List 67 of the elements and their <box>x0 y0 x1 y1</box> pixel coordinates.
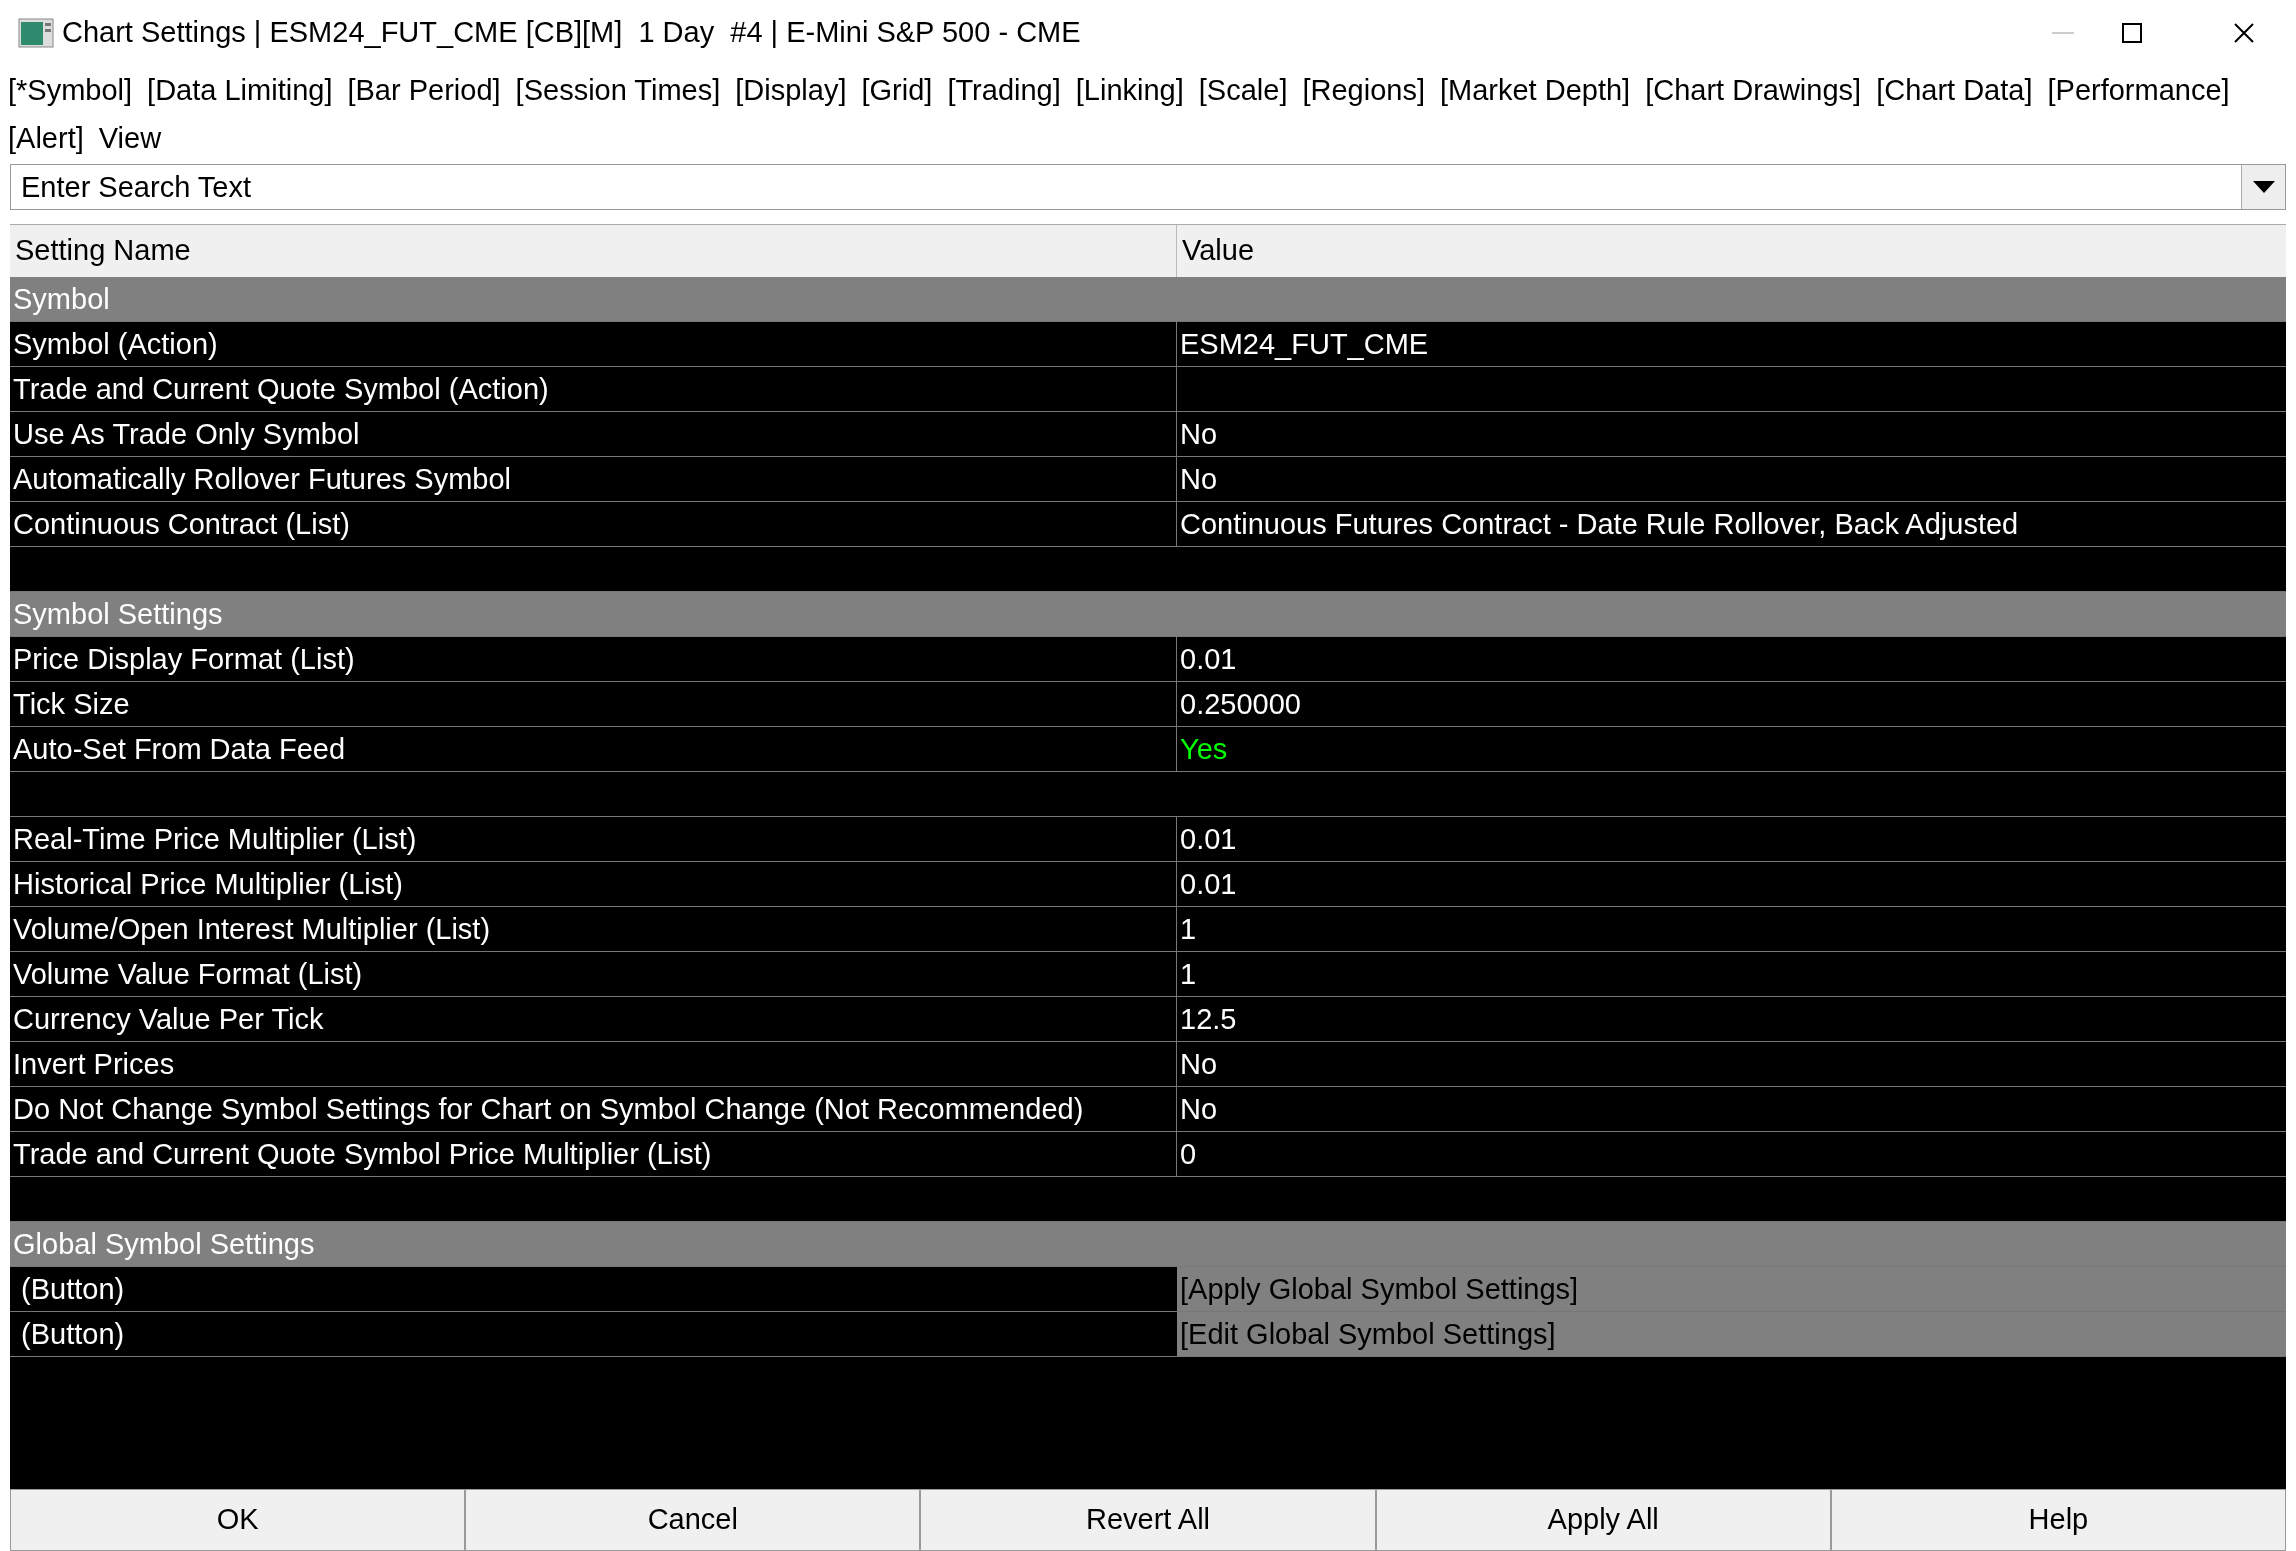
setting-name[interactable]: Automatically Rollover Futures Symbol <box>10 457 1177 501</box>
tab[interactable]: [*Symbol] <box>8 66 133 114</box>
setting-name: (Button) <box>20 1272 126 1307</box>
app-icon <box>18 18 54 48</box>
tab[interactable]: [Performance] <box>2047 66 2230 114</box>
setting-name[interactable]: Volume Value Format (List) <box>10 952 1177 996</box>
setting-value[interactable]: Yes <box>1177 727 2286 771</box>
tab[interactable]: [Data Limiting] <box>147 66 333 114</box>
tab[interactable]: [Scale] <box>1198 66 1288 114</box>
setting-name: (Button) <box>20 1317 126 1352</box>
setting-name[interactable]: Invert Prices <box>10 1042 1177 1086</box>
setting-value[interactable]: No <box>1177 1042 2286 1086</box>
tab[interactable]: [Chart Drawings] <box>1645 66 1862 114</box>
tab[interactable]: [Grid] <box>861 66 933 114</box>
setting-value[interactable]: Continuous Futures Contract - Date Rule Rollover, Back Adjusted <box>1177 502 2286 546</box>
setting-value[interactable]: ESM24_FUT_CME <box>1177 322 2286 366</box>
action-button[interactable]: [Edit Global Symbol Settings] <box>1177 1312 2286 1356</box>
tab[interactable]: [Market Depth] <box>1440 66 1631 114</box>
setting-value[interactable]: 0 <box>1177 1132 2286 1176</box>
setting-value[interactable]: No <box>1177 1087 2286 1131</box>
tab[interactable]: [Alert] <box>8 114 84 162</box>
setting-name[interactable]: Do Not Change Symbol Settings for Chart on Symbol Change (Not Recommended) <box>10 1087 1177 1131</box>
dialog-button[interactable]: Revert All <box>920 1489 1376 1551</box>
tab[interactable]: [Trading] <box>947 66 1061 114</box>
setting-name[interactable]: Currency Value Per Tick <box>10 997 1177 1041</box>
caret-icon <box>2252 181 2275 193</box>
dialog-button[interactable]: Cancel <box>465 1489 921 1551</box>
setting-name[interactable]: Tick Size <box>10 682 1177 726</box>
setting-name[interactable]: Continuous Contract (List) <box>10 502 1177 546</box>
setting-name[interactable]: Trade and Current Quote Symbol Price Multiplier (List) <box>10 1132 1177 1176</box>
tab[interactable]: [Regions] <box>1302 66 1425 114</box>
tab[interactable]: View <box>98 114 162 162</box>
setting-name[interactable]: Trade and Current Quote Symbol (Action) <box>10 367 1177 411</box>
setting-name[interactable]: Symbol (Action) <box>10 322 1177 366</box>
setting-value[interactable]: 0.01 <box>1177 817 2286 861</box>
dropdown-button[interactable] <box>2241 165 2285 209</box>
setting-name[interactable]: Auto-Set From Data Feed <box>10 727 1177 771</box>
tab[interactable]: [Bar Period] <box>347 66 501 114</box>
setting-name[interactable]: Volume/Open Interest Multiplier (List) <box>10 907 1177 951</box>
section-header: Symbol <box>12 282 111 317</box>
tab[interactable]: [Session Times] <box>515 66 721 114</box>
tab[interactable]: [Display] <box>735 66 847 114</box>
setting-name[interactable]: Real-Time Price Multiplier (List) <box>10 817 1177 861</box>
setting-value[interactable]: No <box>1177 457 2286 501</box>
tab[interactable]: [Chart Data] <box>1876 66 2033 114</box>
dialog-button[interactable]: Apply All <box>1375 1489 1831 1551</box>
setting-value[interactable]: 0.01 <box>1177 637 2286 681</box>
maximize-icon[interactable] <box>2122 23 2142 43</box>
setting-value[interactable]: 0.01 <box>1177 862 2286 906</box>
setting-value[interactable]: 1 <box>1177 952 2286 996</box>
dialog-button[interactable]: OK <box>10 1489 466 1551</box>
section-header: Symbol Settings <box>12 597 224 632</box>
setting-value[interactable]: 0.250000 <box>1177 682 2286 726</box>
setting-name[interactable]: Use As Trade Only Symbol <box>10 412 1177 456</box>
close-icon[interactable] <box>2234 23 2254 43</box>
column-header[interactable]: Value <box>1177 225 2286 277</box>
setting-value[interactable]: No <box>1177 412 2286 456</box>
setting-value[interactable]: 12.5 <box>1177 997 2286 1041</box>
window-title: Chart Settings | ESM24_FUT_CME [CB][M] 1 Day #4 | E-Mini S&P 500 - CME <box>62 15 1081 51</box>
setting-name[interactable]: Price Display Format (List) <box>10 637 1177 681</box>
tab[interactable]: [Linking] <box>1075 66 1184 114</box>
setting-value[interactable]: 1 <box>1177 907 2286 951</box>
section-header: Global Symbol Settings <box>12 1227 316 1262</box>
action-button[interactable]: [Apply Global Symbol Settings] <box>1177 1267 2286 1311</box>
search-field[interactable]: Enter Search Text <box>10 164 2286 210</box>
setting-name[interactable]: Historical Price Multiplier (List) <box>10 862 1177 906</box>
dialog-button[interactable]: Help <box>1830 1489 2286 1551</box>
